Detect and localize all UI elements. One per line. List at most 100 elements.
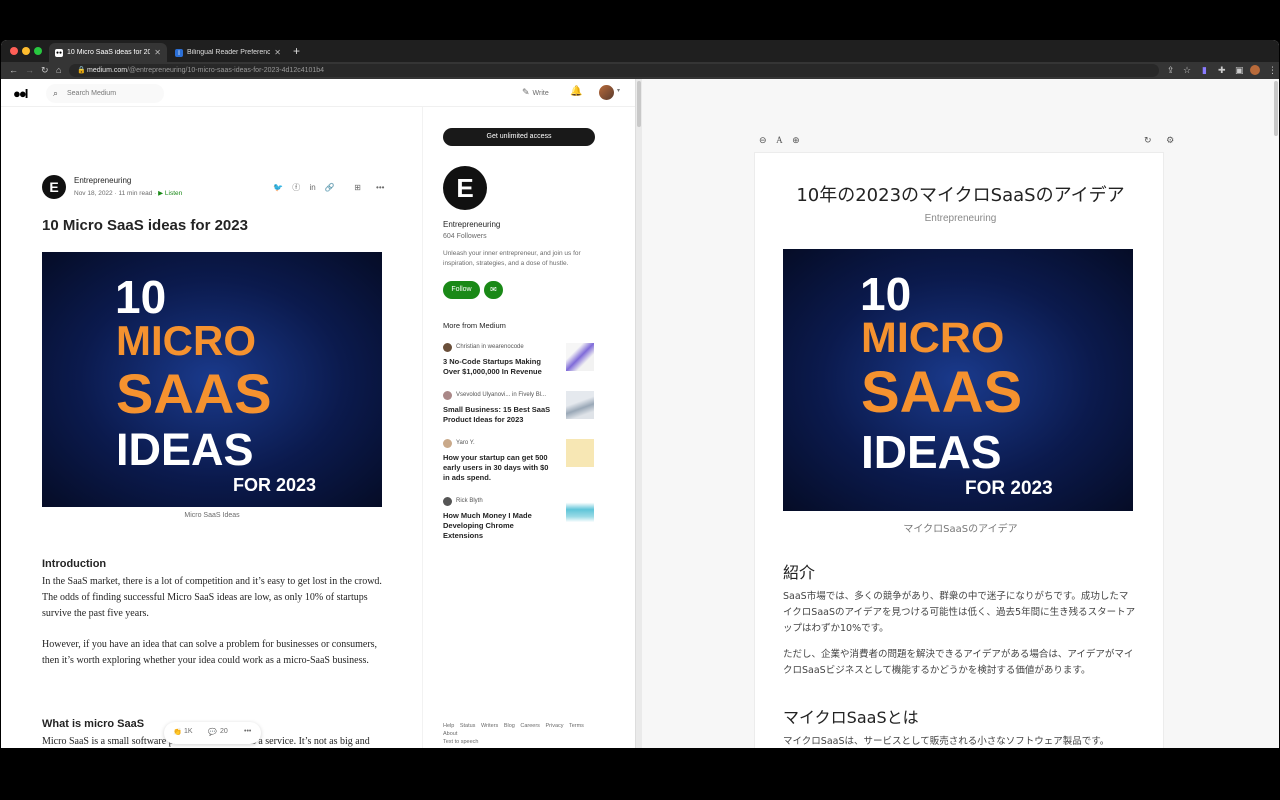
hero-line-saas: SAAS: [116, 362, 272, 425]
paragraph: In the SaaS market, there is a lot of co…: [42, 576, 382, 619]
zoom-in-icon[interactable]: ⊕: [792, 135, 800, 145]
footer-links: Help Status Writers Blog Careers Privacy…: [443, 722, 603, 746]
zoom-window-button[interactable]: [34, 47, 42, 55]
medium-page: ●●I ⌕ Search Medium ✎ Write 🔔 ▾ E Entrepr…: [1, 79, 635, 748]
chevron-down-icon[interactable]: ▾: [617, 87, 620, 94]
author-logo[interactable]: E: [42, 175, 66, 199]
section-heading-what-is: What is micro SaaS: [42, 718, 145, 730]
font-icon[interactable]: A: [776, 135, 783, 145]
medium-sidebar: Get unlimited access E Entrepreneuring 6…: [422, 107, 635, 748]
publication-description: Unleash your inner entrepreneur, and joi…: [443, 250, 581, 267]
hero-line-10: 10: [115, 271, 167, 323]
reader-toolbar: ⊖ A ⊕: [759, 135, 807, 146]
author-name[interactable]: Entrepreneuring: [74, 176, 131, 185]
medium-favicon-icon: ●●: [55, 48, 63, 57]
facebook-icon[interactable]: ⓕ: [292, 183, 300, 192]
tab-medium-article[interactable]: ●● 10 Micro SaaS ideas for 2023 ✕: [49, 43, 167, 62]
forward-arrow-icon[interactable]: →: [25, 64, 34, 77]
home-icon[interactable]: ⌂: [56, 64, 61, 77]
back-arrow-icon[interactable]: ←: [9, 64, 18, 77]
more-options-icon[interactable]: •••: [376, 183, 384, 192]
footer-link[interactable]: Text to speech: [443, 739, 478, 745]
follow-button[interactable]: Follow: [443, 281, 480, 299]
extensions-puzzle-icon[interactable]: ✚: [1218, 64, 1226, 77]
search-input[interactable]: ⌕ Search Medium: [46, 84, 164, 103]
footer-link[interactable]: Help: [443, 723, 454, 729]
comment-icon[interactable]: 💬: [208, 728, 217, 736]
recommendation-thumbnail: [566, 391, 594, 419]
list-item[interactable]: Yaro Y. How your startup can get 500 ear…: [443, 439, 595, 489]
footer-link[interactable]: About: [443, 731, 457, 737]
recommendation-thumbnail: [566, 439, 594, 467]
reader-heading-intro: 紹介: [783, 563, 816, 582]
avatar: [443, 497, 452, 506]
hero-line-saas: SAAS: [861, 360, 1023, 425]
publication-logo[interactable]: E: [443, 166, 487, 210]
search-icon: ⌕: [53, 88, 59, 98]
linkedin-icon[interactable]: in: [309, 183, 315, 192]
listen-button[interactable]: ▶ Listen: [158, 190, 182, 197]
footer-link[interactable]: Privacy: [545, 723, 563, 729]
notification-bell-icon[interactable]: 🔔: [570, 86, 582, 97]
recommendation-title: 3 No-Code Startups Making Over $1,000,00…: [443, 357, 542, 376]
more-options-icon[interactable]: •••: [244, 728, 251, 735]
tab-bilingual-reader[interactable]: ▯ Bilingual Reader Preferences ✕: [169, 43, 287, 62]
paragraph: However, if you have an idea that can so…: [42, 639, 378, 666]
listen-label: Listen: [164, 190, 183, 197]
link-icon[interactable]: 🔗: [325, 183, 335, 192]
reader-paragraph: マイクロSaaSは、サービスとして販売される小さなソフトウェア製品です。: [783, 736, 1110, 747]
address-bar[interactable]: 🔒 medium.com/@entrepreneuring/10-micro-s…: [69, 64, 1159, 77]
footer-link[interactable]: Blog: [504, 723, 515, 729]
list-item[interactable]: Christian in wearenocode 3 No-Code Start…: [443, 343, 595, 383]
avatar[interactable]: [599, 85, 614, 100]
minimize-window-button[interactable]: [22, 47, 30, 55]
publication-name[interactable]: Entrepreneuring: [443, 220, 500, 229]
list-item[interactable]: Vsevolod Ulyanovi... in Fively Bl... Sma…: [443, 391, 595, 431]
sidebar-icon[interactable]: ▣: [1235, 64, 1244, 77]
hero-line-ideas: IDEAS: [861, 426, 1002, 478]
list-item[interactable]: Rick Blyth How Much Money I Made Develop…: [443, 497, 595, 547]
tab-title: 10 Micro SaaS ideas for 2023: [67, 49, 151, 56]
hero-image: 10 MICRO SAAS IDEAS FOR 2023: [42, 252, 382, 507]
footer-link[interactable]: Status: [460, 723, 476, 729]
scrollbar-thumb[interactable]: [1274, 81, 1278, 136]
refresh-icon[interactable]: ↻: [1144, 135, 1152, 145]
footer-link[interactable]: Terms: [569, 723, 584, 729]
twitter-icon[interactable]: 🐦: [273, 183, 283, 192]
recommendation-title: How Much Money I Made Developing Chrome …: [443, 511, 532, 540]
write-label: Write: [532, 90, 549, 97]
avatar: [443, 391, 452, 400]
hero-line-10: 10: [860, 268, 912, 320]
close-tab-icon[interactable]: ✕: [154, 48, 161, 57]
close-window-button[interactable]: [10, 47, 18, 55]
reload-icon[interactable]: ↻: [41, 64, 49, 77]
share-icon[interactable]: ⇪: [1167, 64, 1175, 77]
footer-link[interactable]: Careers: [520, 723, 540, 729]
pane-divider[interactable]: [635, 79, 642, 748]
reader-paragraph: ただし、企業や消費者の問題を解決できるアイデアがある場合は、アイデアがマイクロS…: [783, 649, 1134, 676]
clap-icon[interactable]: 👏: [173, 728, 182, 736]
subscribe-email-icon[interactable]: ✉: [484, 281, 503, 299]
scrollbar-thumb[interactable]: [637, 81, 641, 127]
hero-line-micro: MICRO: [116, 317, 256, 364]
recommendation-author: Rick Blyth: [456, 498, 483, 504]
close-tab-icon[interactable]: ✕: [274, 48, 281, 57]
avatar: [443, 343, 452, 352]
get-unlimited-access-button[interactable]: Get unlimited access: [443, 128, 595, 146]
settings-gear-icon[interactable]: ⚙: [1166, 135, 1174, 145]
medium-logo[interactable]: ●●I: [13, 86, 28, 101]
url-domain: medium.com: [87, 67, 128, 74]
article-meta: Nov 18, 2022 · 11 min read · ▶ Listen: [74, 190, 183, 197]
search-placeholder: Search Medium: [67, 90, 117, 97]
recommendation-author: Yaro Y.: [456, 440, 475, 446]
new-tab-button[interactable]: +: [293, 44, 300, 58]
menu-kebab-icon[interactable]: ⋮: [1268, 64, 1277, 77]
zoom-out-icon[interactable]: ⊖: [759, 135, 767, 145]
extension-reader-icon[interactable]: ▮: [1202, 64, 1207, 77]
write-button[interactable]: ✎ Write: [522, 87, 549, 98]
bookmark-icon[interactable]: ⊞: [354, 183, 361, 192]
footer-link[interactable]: Writers: [481, 723, 498, 729]
bookmark-star-icon[interactable]: ☆: [1183, 64, 1191, 77]
hero-line-year: FOR 2023: [233, 475, 317, 495]
profile-avatar-icon[interactable]: [1250, 65, 1260, 75]
